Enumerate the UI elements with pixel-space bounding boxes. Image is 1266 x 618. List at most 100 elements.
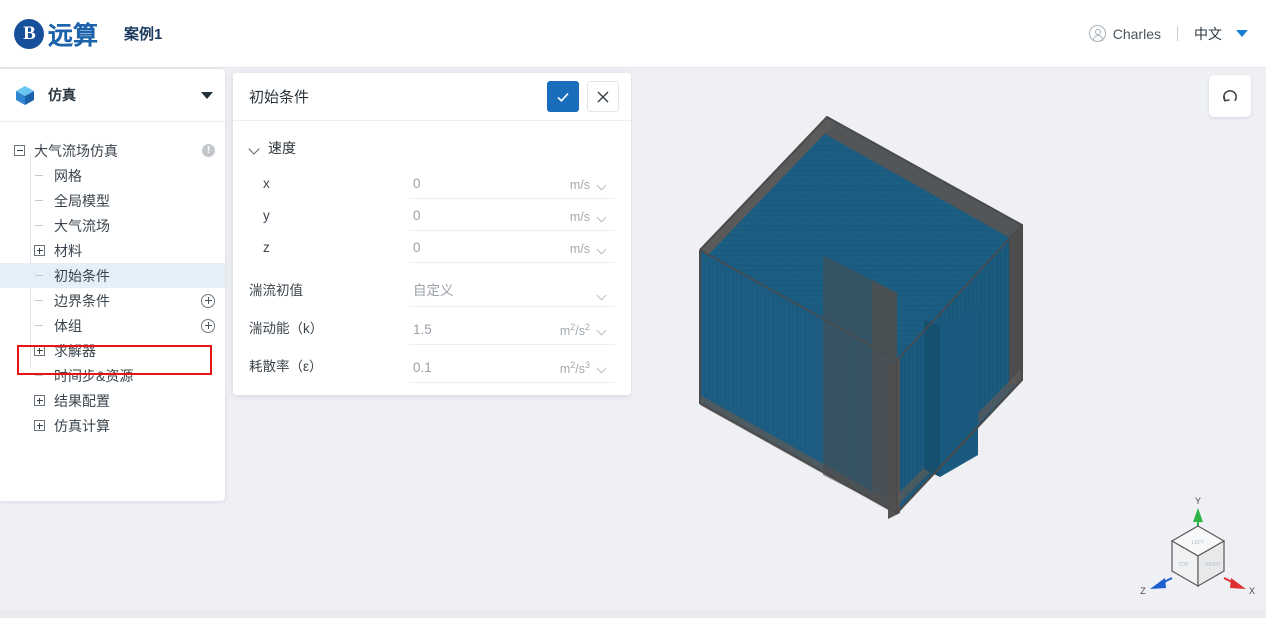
tree-item-7[interactable]: 体组 [0,313,225,338]
expand-icon[interactable] [34,395,45,406]
tree-item-trailing [201,293,215,308]
reset-view-icon [1223,90,1237,102]
gizmo-axis-z-label: Z [1140,586,1146,596]
velocity-z-label: z [263,240,270,255]
panel-title: 初始条件 [249,89,310,106]
mesh-model[interactable] [692,95,1112,545]
velocity-z-unit-label: m/s [569,242,590,256]
gizmo-axis-y-label: Y [1195,496,1201,506]
tree-item-3[interactable]: 大气流场 [0,213,225,238]
cube-icon [14,84,36,106]
tree-item-label: 结果配置 [54,392,110,409]
logo-glyph: B [23,22,36,44]
panel-actions [547,81,619,112]
tree-item-8[interactable]: 求解器 [0,338,225,363]
gizmo-face-left-label: LEFT [1192,540,1204,546]
velocity-section-label: 速度 [268,140,296,156]
language-label[interactable]: 中文 [1194,24,1222,44]
velocity-x-label: x [263,176,270,191]
close-icon [597,90,609,103]
velocity-x-input[interactable]: 0 [409,176,537,199]
tree-item-5[interactable]: 初始条件 [0,263,225,288]
confirm-button[interactable] [547,81,579,112]
brand-logo[interactable]: B 远算 [14,16,98,52]
chevron-down-icon [597,244,607,254]
tree-branch-icon [34,220,45,231]
gizmo-face-top-label: TOP [1178,562,1189,568]
view-orientation-gizmo[interactable]: Y Z X LEFT TOP RIGHT [1138,494,1258,612]
turbulent-kinetic-energy-row: 湍动能（k） 1.5 m2/s2 [249,313,615,345]
expand-icon[interactable] [34,245,45,256]
velocity-y-row: y 0 m/s [249,199,615,231]
velocity-x-unit-label: m/s [569,178,590,192]
user-avatar-icon [1088,25,1106,42]
chevron-down-icon [597,290,607,300]
velocity-y-unit-select[interactable]: m/s [537,210,615,231]
expand-icon[interactable] [34,345,45,356]
tree-item-1[interactable]: 网格 [0,163,225,188]
dissipation-rate-unit-select[interactable]: m2/s3 [537,360,615,383]
turbulence-init-select[interactable]: 自定义 [409,279,537,307]
velocity-section-header[interactable]: 速度 [249,129,615,167]
tree-branch-icon [34,370,45,381]
panel-body: 速度 x 0 m/s y 0 m/s z 0 m/s 湍流初值 自定义 湍动能（… [233,121,631,383]
turbulent-kinetic-energy-input[interactable]: 1.5 [409,322,537,345]
turbulent-kinetic-energy-unit-label: m2/s2 [559,321,590,338]
tree-branch-icon [34,320,45,331]
info-badge-icon[interactable]: ! [202,144,215,157]
collapse-icon[interactable] [14,145,25,156]
velocity-z-unit-select[interactable]: m/s [537,242,615,263]
logo-text: 远算 [48,16,98,52]
chevron-down-icon [597,180,607,190]
velocity-z-input[interactable]: 0 [409,240,537,263]
tree-item-label: 时间步&资源 [54,367,134,384]
turbulent-kinetic-energy-unit-select[interactable]: m2/s2 [537,322,615,345]
tree-item-trailing: ! [202,144,215,157]
close-button[interactable] [587,81,619,112]
sidebar-header-label: 仿真 [48,87,76,103]
initial-conditions-panel: 初始条件 速度 x 0 m/s y 0 m/s z 0 m/s 湍流初值 自定义… [233,73,631,395]
user-name[interactable]: Charles [1113,26,1161,42]
add-circle-icon[interactable] [201,318,215,333]
logo-icon: B [14,18,44,49]
dissipation-rate-unit-label: m2/s3 [559,359,590,376]
velocity-y-input[interactable]: 0 [409,208,537,231]
language-caret-down-icon[interactable] [1236,30,1248,37]
tree-branch-icon [34,195,45,206]
tree-item-0[interactable]: 大气流场仿真! [0,138,225,163]
dissipation-rate-input[interactable]: 0.1 [409,360,537,383]
tree-item-11[interactable]: 仿真计算 [0,413,225,438]
chevron-down-icon [597,325,607,335]
top-bar-divider [1177,26,1178,41]
sidebar-header[interactable]: 仿真 [0,69,225,122]
tree-item-label: 仿真计算 [54,417,110,434]
top-bar: B 远算 案例1 Charles 中文 [0,0,1266,68]
velocity-y-label: y [263,208,270,223]
tree-item-10[interactable]: 结果配置 [0,388,225,413]
velocity-z-row: z 0 m/s [249,231,615,263]
reset-view-button[interactable] [1209,75,1251,117]
add-circle-icon[interactable] [201,293,215,308]
expand-icon[interactable] [34,420,45,431]
turbulent-kinetic-energy-label: 湍动能（k） [249,321,324,336]
tree-item-6[interactable]: 边界条件 [0,288,225,313]
tree-item-2[interactable]: 全局模型 [0,188,225,213]
tree-item-9[interactable]: 时间步&资源 [0,363,225,388]
panel-header: 初始条件 [233,73,631,121]
tree-item-4[interactable]: 材料 [0,238,225,263]
tree-item-trailing [201,318,215,333]
dissipation-rate-label: 耗散率（ε） [249,359,323,374]
3d-viewport[interactable]: Y Z X LEFT TOP RIGHT [632,69,1266,618]
gizmo-axis-x-label: X [1249,586,1255,596]
tree-branch-icon [34,270,45,281]
tree-item-label: 材料 [54,242,82,259]
sidebar-caret-down-icon[interactable] [201,91,213,99]
tree-item-label: 全局模型 [54,192,110,209]
dissipation-rate-row: 耗散率（ε） 0.1 m2/s3 [249,351,615,383]
velocity-x-unit-select[interactable]: m/s [537,178,615,199]
tree-item-label: 边界条件 [54,292,110,309]
turbulence-init-label: 湍流初值 [249,283,303,298]
gizmo-face-right-label: RIGHT [1205,562,1221,568]
turbulence-init-caret[interactable] [537,290,615,307]
tree-item-label: 体组 [54,317,82,334]
